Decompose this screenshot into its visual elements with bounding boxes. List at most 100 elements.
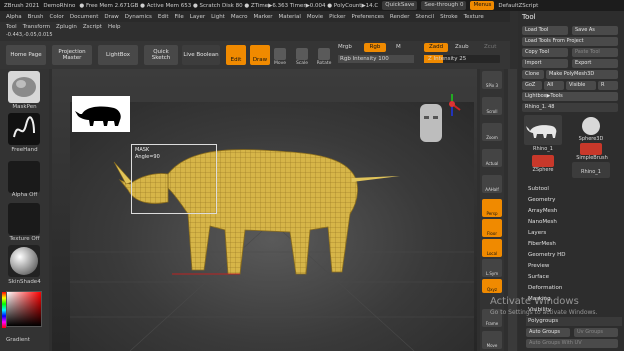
rgb-toggle[interactable]: Rgb xyxy=(364,43,386,52)
navigation-gizmo[interactable] xyxy=(416,92,462,150)
home-page-button[interactable]: Home Page xyxy=(6,45,46,65)
menu-item[interactable]: Picker xyxy=(329,14,345,20)
arraymesh-section[interactable]: ArrayMesh xyxy=(526,207,622,216)
menu-item[interactable]: Alpha xyxy=(6,14,22,20)
goz-r-button[interactable]: R xyxy=(598,81,618,90)
menu-item[interactable]: Stencil xyxy=(415,14,434,20)
menu-item[interactable]: Color xyxy=(50,14,64,20)
hue-strip[interactable] xyxy=(2,292,6,328)
scroll-button[interactable]: Scroll xyxy=(482,97,502,115)
deformation-section[interactable]: Deformation xyxy=(526,284,622,293)
make-polymesh-button[interactable]: Make PolyMesh3D xyxy=(546,70,618,79)
lsym-button[interactable]: L.Sym xyxy=(482,259,502,277)
tool-thumb-rhino[interactable] xyxy=(524,115,562,145)
material-selector[interactable] xyxy=(8,245,40,277)
load-tool-button[interactable]: Load Tool xyxy=(522,26,568,35)
geometry-section[interactable]: Geometry xyxy=(526,196,622,205)
default-zscript-button[interactable]: DefaultZScript xyxy=(498,3,538,9)
menu-item[interactable]: Render xyxy=(390,14,410,20)
menu-item[interactable]: Marker xyxy=(254,14,273,20)
save-as-button[interactable]: Save As xyxy=(572,26,618,35)
menu-item[interactable]: Zscript xyxy=(83,24,102,30)
stroke-selector[interactable] xyxy=(8,113,40,145)
menu-item[interactable]: Brush xyxy=(28,14,44,20)
mask-title: MASK xyxy=(135,147,150,153)
spix-button[interactable]: SPix 3 xyxy=(482,71,502,89)
edit-mode-button[interactable]: Edit xyxy=(226,45,246,65)
projection-master-button[interactable]: Projection Master xyxy=(52,45,92,65)
nanomesh-section[interactable]: NanoMesh xyxy=(526,218,622,227)
texture-selector[interactable] xyxy=(8,203,40,235)
lightbox-tools-button[interactable]: Lightbox▶Tools xyxy=(522,92,618,101)
menu-item[interactable]: Light xyxy=(211,14,225,20)
rhino-mesh[interactable] xyxy=(70,102,474,351)
load-tools-from-project-button[interactable]: Load Tools From Project xyxy=(522,37,618,46)
local-button[interactable]: Local xyxy=(482,239,502,257)
export-button[interactable]: Export xyxy=(572,59,618,68)
live-boolean-button[interactable]: Live Boolean xyxy=(182,45,220,65)
tool-thumb-zsphere[interactable] xyxy=(532,155,554,167)
copy-tool-button[interactable]: Copy Tool xyxy=(522,48,568,57)
clone-button[interactable]: Clone xyxy=(522,70,544,79)
menu-item[interactable]: Document xyxy=(70,14,99,20)
menu-item[interactable]: Stroke xyxy=(440,14,458,20)
auto-groups-with-uv-button[interactable]: Auto Groups With UV xyxy=(526,339,618,348)
polygroups-section[interactable]: Polygroups xyxy=(526,317,622,326)
menu-item[interactable]: Transform xyxy=(23,24,50,30)
scale-tool-button[interactable]: Scale xyxy=(294,44,310,66)
floor-button[interactable]: Floor xyxy=(482,219,502,237)
aahalf-button[interactable]: AAHalf xyxy=(482,175,502,193)
menu-item[interactable]: Movie xyxy=(307,14,323,20)
actual-button[interactable]: Actual xyxy=(482,149,502,167)
preview-section[interactable]: Preview xyxy=(526,262,622,271)
lightbox-button[interactable]: LightBox xyxy=(98,45,138,65)
mrgb-toggle[interactable]: Mrgb xyxy=(338,44,352,50)
menu-item[interactable]: Tool xyxy=(6,24,17,30)
menu-item[interactable]: Draw xyxy=(104,14,118,20)
goz-visible-button[interactable]: Visible xyxy=(566,81,596,90)
m-toggle[interactable]: M xyxy=(396,44,401,50)
color-picker[interactable] xyxy=(2,291,42,328)
move-view-button[interactable]: Move xyxy=(482,331,502,349)
menu-item[interactable]: Macro xyxy=(231,14,248,20)
mask-selection-box[interactable]: MASK Angle=90 xyxy=(131,144,217,214)
tool-thumb-simplebrush[interactable] xyxy=(580,143,602,155)
subtool-section[interactable]: Subtool xyxy=(526,185,622,194)
paste-tool-button[interactable]: Paste Tool xyxy=(572,48,618,57)
menu-item[interactable]: Help xyxy=(108,24,121,30)
auto-groups-button[interactable]: Auto Groups xyxy=(526,328,570,337)
quick-sketch-button[interactable]: Quick Sketch xyxy=(144,45,178,65)
menu-item[interactable]: Zplugin xyxy=(56,24,77,30)
zadd-toggle[interactable]: Zadd xyxy=(424,43,448,52)
geometry-hd-section[interactable]: Geometry HD xyxy=(526,251,622,260)
menu-item[interactable]: Dynamics xyxy=(125,14,152,20)
fibermesh-section[interactable]: FiberMesh xyxy=(526,240,622,249)
uv-groups-button[interactable]: Uv Groups xyxy=(574,328,618,337)
zoom-button[interactable]: Zoom xyxy=(482,123,502,141)
goz-button[interactable]: GoZ xyxy=(522,81,542,90)
zsub-toggle[interactable]: Zsub xyxy=(455,44,469,50)
menu-item[interactable]: Preferences xyxy=(352,14,384,20)
xyz-button[interactable]: Qxyz xyxy=(482,279,502,293)
menu-item[interactable]: Texture xyxy=(464,14,484,20)
import-button[interactable]: Import xyxy=(522,59,568,68)
persp-button[interactable]: Persp xyxy=(482,199,502,217)
menu-item[interactable]: Layer xyxy=(190,14,205,20)
draw-mode-button[interactable]: Draw xyxy=(250,45,270,65)
menu-item[interactable]: Material xyxy=(279,14,301,20)
brush-selector[interactable] xyxy=(8,71,40,103)
quicksave-button[interactable]: QuickSave xyxy=(382,1,418,10)
rotate-tool-button[interactable]: Rotate xyxy=(316,44,332,66)
layers-section[interactable]: Layers xyxy=(526,229,622,238)
surface-section[interactable]: Surface xyxy=(526,273,622,282)
menu-item[interactable]: Edit xyxy=(158,14,169,20)
zcut-toggle[interactable]: Zcut xyxy=(484,44,496,50)
see-through-slider[interactable]: See-through 0 xyxy=(421,1,467,10)
alpha-selector[interactable] xyxy=(8,161,40,193)
goz-all-button[interactable]: All xyxy=(544,81,564,90)
menus-toggle[interactable]: Menus xyxy=(470,1,495,10)
document-viewport[interactable] xyxy=(70,102,474,351)
current-tool-slider[interactable]: Rhino_1. 48 xyxy=(522,103,618,112)
move-tool-button[interactable]: Move xyxy=(272,44,288,66)
menu-item[interactable]: File xyxy=(175,14,184,20)
